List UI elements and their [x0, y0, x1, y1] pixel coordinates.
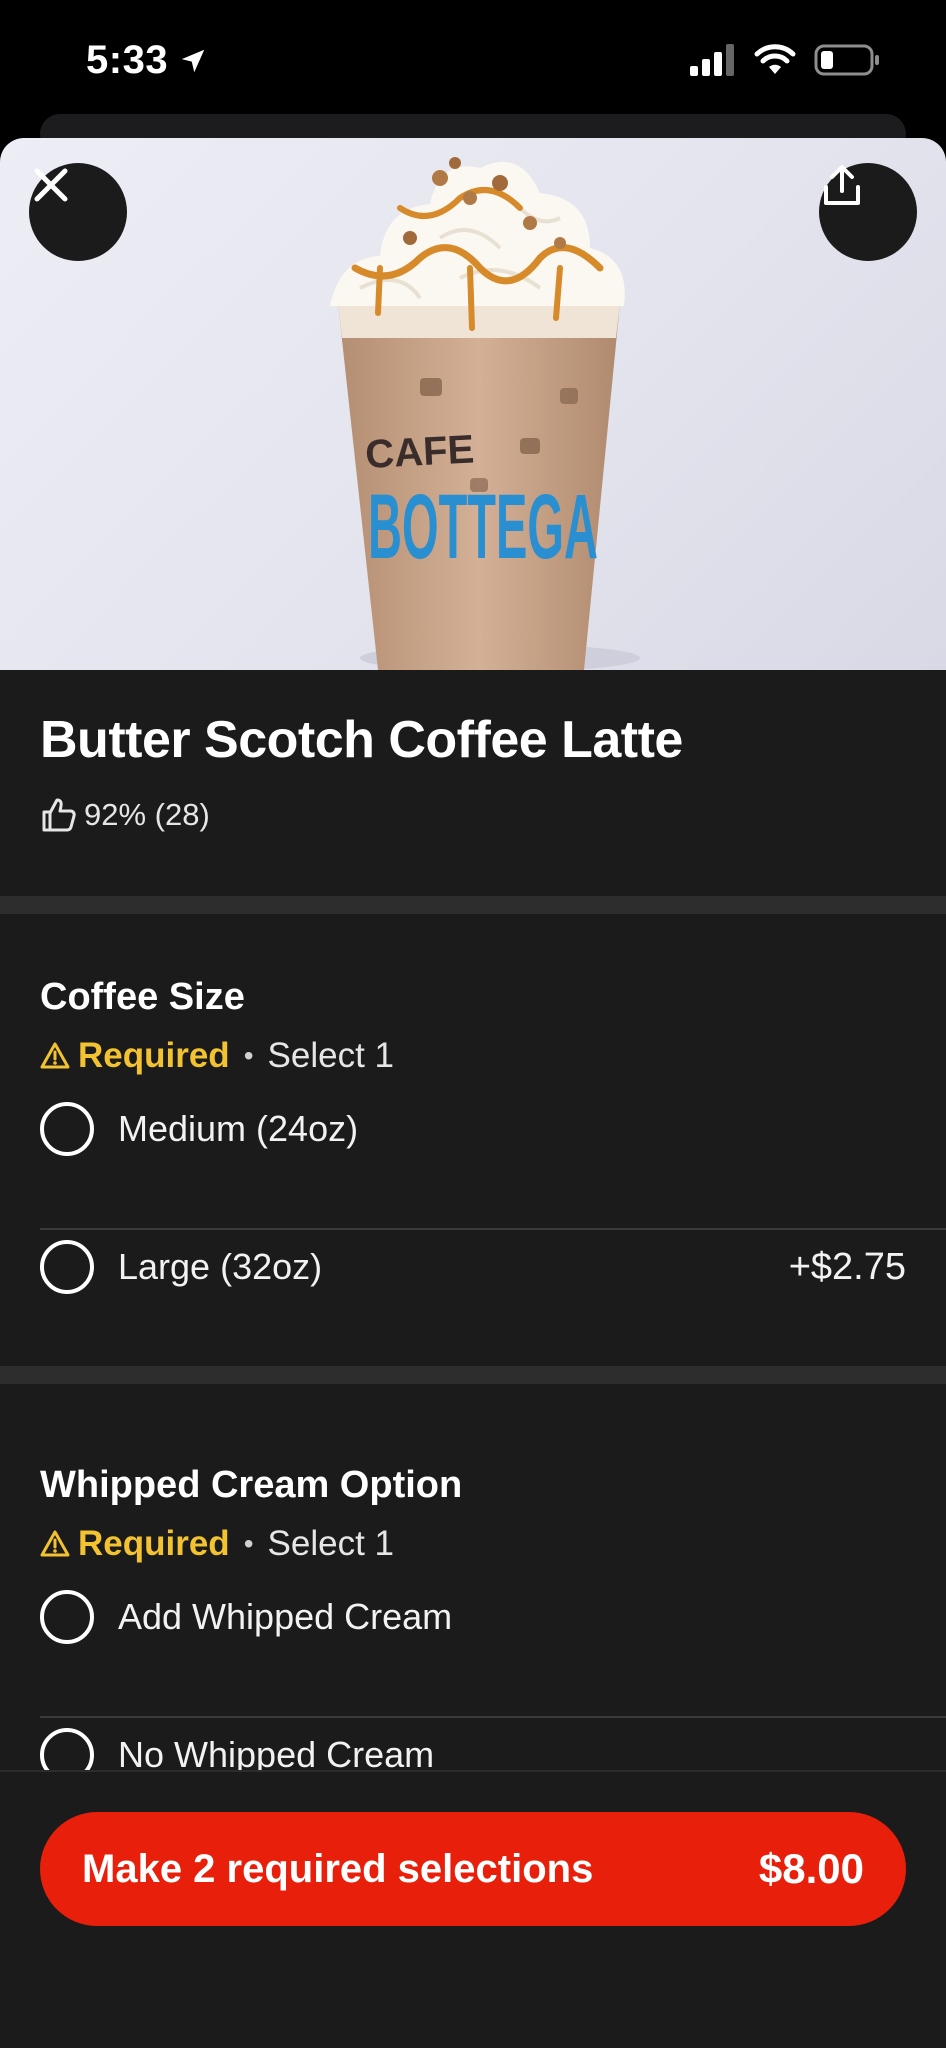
add-to-cart-button[interactable]: Make 2 required selections $8.00 — [40, 1812, 906, 1926]
coffee-cup-illustration: CAFE BOTTEGA — [330, 157, 640, 670]
cup-logo-line1: CAFE — [364, 427, 475, 477]
radio-button[interactable] — [40, 1590, 94, 1644]
option-label: Large (32oz) — [118, 1246, 323, 1287]
select-count-label: Select 1 — [267, 1524, 394, 1563]
whipped-cream-title: Whipped Cream Option — [40, 1464, 463, 1506]
section-divider — [0, 1366, 946, 1384]
item-header: Butter Scotch Coffee Latte 92% (28) — [0, 670, 946, 888]
option-large[interactable]: Large (32oz) +$2.75 — [40, 1212, 946, 1322]
location-arrow-icon — [181, 49, 205, 72]
item-rating: 92% (28) — [40, 796, 210, 834]
coffee-size-title: Coffee Size — [40, 976, 245, 1018]
radio-button[interactable] — [40, 1240, 94, 1294]
status-icons — [690, 44, 880, 76]
item-title: Butter Scotch Coffee Latte — [40, 711, 683, 769]
radio-button[interactable] — [40, 1102, 94, 1156]
option-add-whipped-cream[interactable]: Add Whipped Cream — [40, 1562, 946, 1672]
option-price: +$2.75 — [788, 1245, 906, 1288]
share-button[interactable] — [819, 163, 917, 261]
warning-icon — [40, 1042, 70, 1069]
section-divider — [0, 896, 946, 914]
item-hero-image: CAFE BOTTEGA — [0, 138, 946, 670]
cup-logo-line2: BOTTEGA — [368, 476, 598, 578]
rating-text: 92% (28) — [84, 797, 210, 832]
item-detail-sheet: CAFE BOTTEGA Butter Scotch Coffee Latte … — [0, 138, 946, 2048]
separator-dot: • — [243, 1040, 254, 1071]
required-label: Required — [78, 1524, 230, 1563]
share-icon — [824, 165, 860, 205]
status-time-text: 5:33 — [86, 38, 169, 82]
option-label: Add Whipped Cream — [118, 1596, 453, 1637]
cta-price: $8.00 — [758, 1845, 864, 1892]
status-time: 5:33 — [86, 38, 208, 83]
cta-label: Make 2 required selections — [82, 1846, 594, 1891]
option-medium[interactable]: Medium (24oz) — [40, 1074, 946, 1184]
option-label: Medium (24oz) — [118, 1108, 359, 1149]
thumbs-up-icon — [42, 798, 76, 832]
wifi-icon — [754, 44, 796, 74]
battery-low-icon — [814, 44, 879, 76]
separator-dot: • — [243, 1528, 254, 1559]
whipped-cream-requirement: Required • Select 1 — [40, 1524, 394, 1564]
coffee-size-requirement: Required • Select 1 — [40, 1036, 394, 1076]
close-icon — [34, 168, 68, 202]
bottom-action-bar: Make 2 required selections $8.00 — [0, 1770, 946, 2048]
required-label: Required — [78, 1036, 230, 1075]
status-bar: 5:33 — [0, 0, 946, 125]
cellular-signal-icon — [690, 44, 734, 76]
select-count-label: Select 1 — [267, 1036, 394, 1075]
close-button[interactable] — [29, 163, 127, 261]
warning-icon — [40, 1530, 70, 1557]
